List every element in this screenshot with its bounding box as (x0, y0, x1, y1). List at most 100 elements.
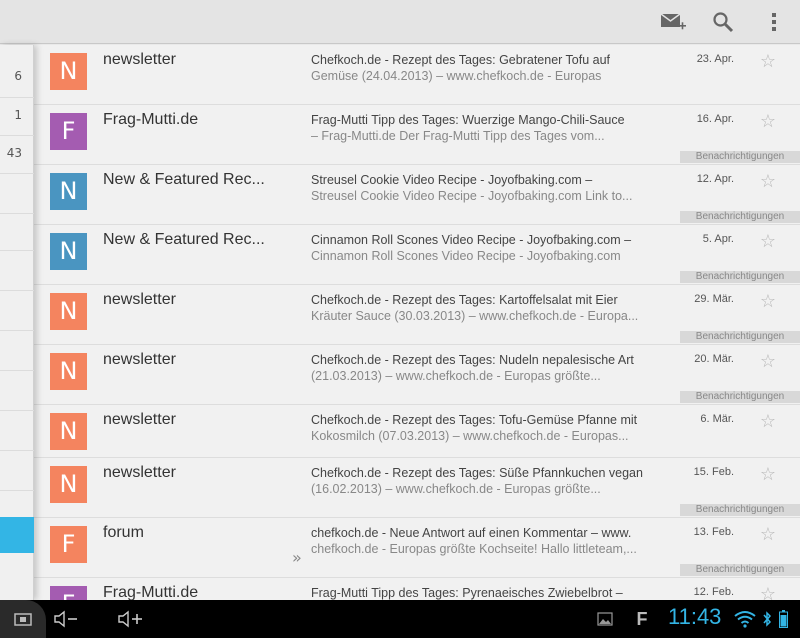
action-bar (0, 0, 800, 44)
sender-avatar: F (50, 113, 87, 150)
label-badge: Benachrichtigungen (680, 331, 800, 343)
message-date: 13. Feb. (693, 526, 734, 538)
star-icon[interactable]: ☆ (760, 524, 776, 545)
message-row[interactable]: N New & Featured Rec... Streusel Cookie … (34, 165, 800, 225)
folder-count: 6 (14, 69, 22, 83)
app-notification-icon[interactable]: F (632, 600, 652, 638)
sender-name: newsletter (103, 351, 176, 368)
message-date: 20. Mär. (694, 353, 734, 365)
gallery-notification-icon[interactable] (594, 600, 616, 638)
status-clock: 11:43 (668, 604, 722, 629)
message-preview: chefkoch.de - Neue Antwort auf einen Kom… (311, 525, 651, 557)
message-snippet: Kräuter Sauce (30.03.2013) – www.chefkoc… (311, 309, 639, 323)
folder-item-selected[interactable] (0, 517, 34, 553)
message-snippet: – Frag-Mutti.de Der Frag-Mutti Tipp des … (311, 129, 605, 143)
message-subject: Streusel Cookie Video Recipe - Joyofbaki… (311, 173, 593, 187)
divider (0, 450, 34, 451)
battery-icon (776, 600, 790, 638)
sender-name: New & Featured Rec... (103, 231, 265, 248)
forwarded-icon: » (292, 548, 302, 567)
divider (0, 135, 34, 136)
divider (0, 173, 34, 174)
message-preview: Frag-Mutti Tipp des Tages: Wuerzige Mang… (311, 112, 651, 144)
label-badge: Benachrichtigungen (680, 151, 800, 163)
folder-pane[interactable]: 6 1 43 (0, 45, 34, 600)
message-snippet: Streusel Cookie Video Recipe - Joyofbaki… (311, 189, 633, 203)
sender-avatar: N (50, 413, 87, 450)
message-date: 29. Mär. (694, 293, 734, 305)
message-preview: Chefkoch.de - Rezept des Tages: Nudeln n… (311, 352, 651, 384)
message-row[interactable]: N newsletter Chefkoch.de - Rezept des Ta… (34, 285, 800, 345)
star-icon[interactable]: ☆ (760, 51, 776, 72)
message-date: 16. Apr. (696, 113, 734, 125)
message-subject: Chefkoch.de - Rezept des Tages: Kartoffe… (311, 293, 618, 307)
compose-icon[interactable] (658, 8, 688, 36)
star-icon[interactable]: ☆ (760, 464, 776, 485)
divider (0, 213, 34, 214)
sender-avatar: N (50, 293, 87, 330)
label-badge: Benachrichtigungen (680, 391, 800, 403)
gmail-tablet-screen: 6 1 43 N newsletter Chefkoch.de - Rezept… (0, 0, 800, 638)
message-row[interactable]: N newsletter Chefkoch.de - Rezept des Ta… (34, 405, 800, 458)
screenshot-icon[interactable] (0, 600, 46, 638)
message-subject: Chefkoch.de - Rezept des Tages: Gebraten… (311, 53, 611, 67)
star-icon[interactable]: ☆ (760, 231, 776, 252)
message-subject: Chefkoch.de - Rezept des Tages: Nudeln n… (311, 353, 634, 367)
message-row[interactable]: N newsletter Chefkoch.de - Rezept des Ta… (34, 458, 800, 518)
divider (0, 290, 34, 291)
message-date: 15. Feb. (693, 466, 734, 478)
divider (0, 370, 34, 371)
sender-avatar: N (50, 173, 87, 210)
message-snippet: Gemüse (24.04.2013) – www.chefkoch.de - … (311, 69, 602, 83)
volume-up-icon[interactable] (116, 600, 148, 638)
message-row[interactable]: N newsletter Chefkoch.de - Rezept des Ta… (34, 345, 800, 405)
star-icon[interactable]: ☆ (760, 411, 776, 432)
overflow-menu-icon[interactable] (759, 8, 789, 36)
wifi-icon (733, 600, 757, 638)
star-icon[interactable]: ☆ (760, 171, 776, 192)
sender-name: newsletter (103, 464, 176, 481)
message-snippet: chefkoch.de - Europas größte Kochseite! … (311, 542, 637, 556)
divider (0, 330, 34, 331)
volume-down-icon[interactable] (52, 600, 82, 638)
message-snippet: (21.03.2013) – www.chefkoch.de - Europas… (311, 369, 601, 383)
search-icon[interactable] (708, 8, 738, 36)
message-row[interactable]: N New & Featured Rec... Cinnamon Roll Sc… (34, 225, 800, 285)
label-badge: Benachrichtigungen (680, 271, 800, 283)
message-preview: Chefkoch.de - Rezept des Tages: Tofu-Gem… (311, 412, 651, 444)
message-snippet: Cinnamon Roll Scones Video Recipe - Joyo… (311, 249, 621, 263)
message-row[interactable]: F forum » chefkoch.de - Neue Antwort auf… (34, 518, 800, 578)
sender-name: forum (103, 524, 144, 541)
sender-name: newsletter (103, 291, 176, 308)
message-date: 23. Apr. (696, 53, 734, 65)
message-row[interactable]: F Frag-Mutti.de Frag-Mutti Tipp des Tage… (34, 578, 800, 600)
message-row[interactable]: N newsletter Chefkoch.de - Rezept des Ta… (34, 45, 800, 105)
message-preview: Cinnamon Roll Scones Video Recipe - Joyo… (311, 232, 651, 264)
message-snippet: (16.02.2013) – www.chefkoch.de - Europas… (311, 482, 601, 496)
message-subject: Frag-Mutti Tipp des Tages: Wuerzige Mang… (311, 113, 625, 127)
sender-name: Frag-Mutti.de (103, 111, 199, 128)
sender-avatar: F (50, 586, 87, 600)
label-badge: Benachrichtigungen (680, 564, 800, 576)
message-date: 6. Mär. (700, 413, 734, 425)
system-navigation-bar: F 11:43 (0, 600, 800, 638)
message-preview: Chefkoch.de - Rezept des Tages: Kartoffe… (311, 292, 651, 324)
star-icon[interactable]: ☆ (760, 111, 776, 132)
folder-count: 43 (6, 146, 22, 160)
sender-avatar: N (50, 353, 87, 390)
message-row[interactable]: F Frag-Mutti.de Frag-Mutti Tipp des Tage… (34, 105, 800, 165)
message-preview: Frag-Mutti Tipp des Tages: Pyrenaeisches… (311, 585, 651, 600)
sender-avatar: N (50, 233, 87, 270)
bluetooth-icon (760, 600, 774, 638)
star-icon[interactable]: ☆ (760, 291, 776, 312)
message-date: 5. Apr. (702, 233, 734, 245)
message-subject: chefkoch.de - Neue Antwort auf einen Kom… (311, 526, 632, 540)
star-icon[interactable]: ☆ (760, 351, 776, 372)
star-icon[interactable]: ☆ (760, 584, 776, 600)
divider (0, 490, 34, 491)
message-subject: Frag-Mutti Tipp des Tages: Pyrenaeisches… (311, 586, 623, 600)
message-date: 12. Feb. (693, 586, 734, 598)
message-list[interactable]: N newsletter Chefkoch.de - Rezept des Ta… (34, 45, 800, 600)
divider (0, 97, 34, 98)
message-preview: Streusel Cookie Video Recipe - Joyofbaki… (311, 172, 651, 204)
